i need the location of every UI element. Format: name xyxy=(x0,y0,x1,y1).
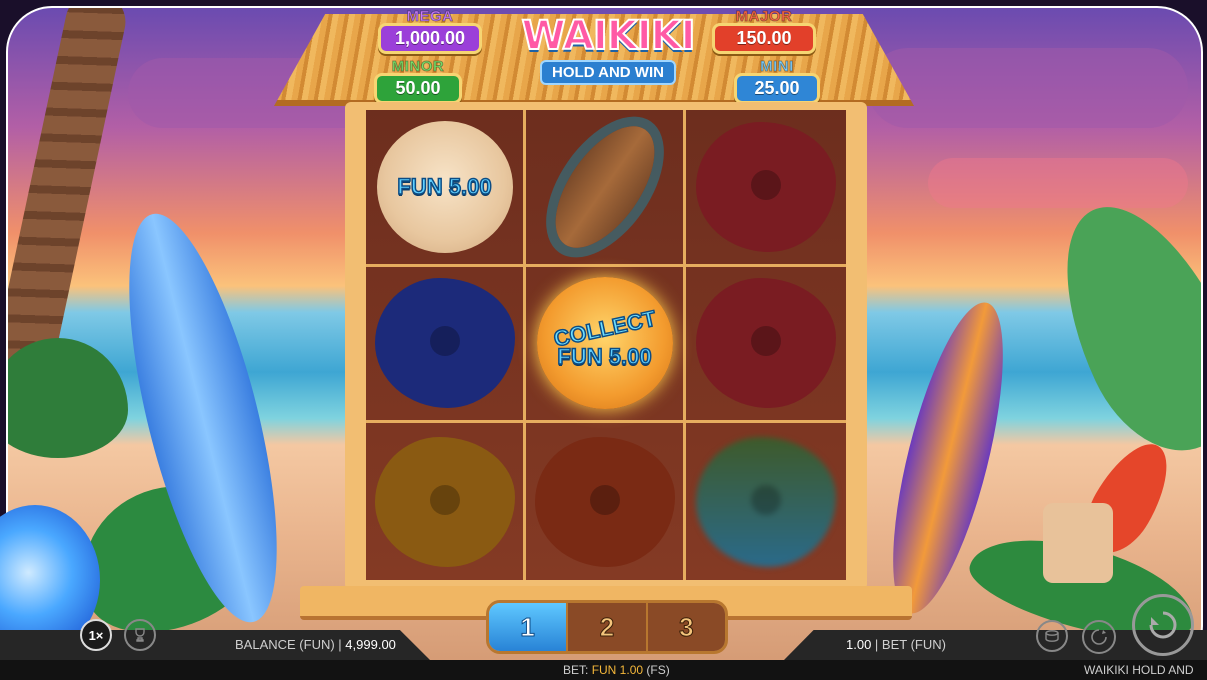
balance-label: BALANCE (FUN) xyxy=(235,637,335,652)
cloud xyxy=(928,158,1188,208)
jackpot-mega: MEGA 1,000.00 xyxy=(378,8,482,54)
spinning-symbol xyxy=(696,436,836,567)
trophy-icon[interactable] xyxy=(124,619,156,651)
bottom-bet-value: FUN 1.00 xyxy=(591,663,644,677)
reel-tab-label: 2 xyxy=(599,611,615,642)
autoplay-icon[interactable] xyxy=(1082,620,1116,654)
bet-label: BET (FUN) xyxy=(881,637,946,652)
logo-title: WAIKIKI xyxy=(521,13,697,59)
reel-tab-label: 1 xyxy=(520,611,536,642)
jackpot-major-value: 150.00 xyxy=(712,23,816,54)
speed-button[interactable]: 1× xyxy=(80,619,112,651)
bottom-bet-label: BET: xyxy=(563,663,589,677)
sand-dollar-coin-symbol: FUN 5.00 xyxy=(376,120,513,253)
bet-value: 1.00 xyxy=(846,637,872,652)
game-logo: WAIKIKI HOLD AND WIN xyxy=(510,13,706,102)
jackpot-major: MAJOR 150.00 xyxy=(712,8,816,54)
reel-tab-label: 3 xyxy=(679,611,695,642)
game-name-label: WAIKIKI HOLD AND xyxy=(1084,663,1194,677)
bet-display: 1.00 | BET (FUN) xyxy=(846,637,946,652)
reel-grid: FUN 5.00 COLLECT FUN 5.00 xyxy=(366,109,846,580)
leaf-decoration xyxy=(8,338,128,458)
reel-cell: FUN 5.00 xyxy=(366,110,526,267)
balance-display: BALANCE (FUN) | 4,999.00 xyxy=(235,637,396,652)
bottom-bet-mode: (FS) xyxy=(646,663,670,677)
hibiscus-symbol xyxy=(696,121,836,252)
game-screen: { "jackpots": { "mega": {"label": "MEGA"… xyxy=(0,0,1207,680)
reel-cell xyxy=(686,267,846,424)
hibiscus-symbol xyxy=(696,278,836,409)
reel-cell xyxy=(366,423,526,580)
reel-cell xyxy=(526,423,686,580)
coins-icon[interactable] xyxy=(1036,620,1068,652)
reel-set-tabs: 1 2 3 xyxy=(486,600,728,654)
reel-tab-1[interactable]: 1 xyxy=(489,603,569,651)
leaf-decoration xyxy=(1029,180,1201,476)
bottom-bet-info: BET: FUN 1.00 (FS) xyxy=(563,663,670,677)
jackpot-minor: MINOR 50.00 xyxy=(374,58,462,104)
jackpot-mini-value: 25.00 xyxy=(734,73,820,104)
jackpot-mega-value: 1,000.00 xyxy=(378,23,482,54)
jackpot-mini: MINI 25.00 xyxy=(734,58,820,104)
reel-cell xyxy=(686,110,846,267)
sandcastle xyxy=(1043,503,1113,583)
spin-button[interactable] xyxy=(1132,594,1194,656)
reel-cell xyxy=(526,109,686,267)
reel-tab-2[interactable]: 2 xyxy=(568,603,648,651)
jackpot-minor-value: 50.00 xyxy=(374,73,462,104)
speed-label: 1× xyxy=(88,627,104,643)
logo-subtitle: HOLD AND WIN xyxy=(540,60,676,85)
reel-cell xyxy=(366,266,526,424)
hibiscus-symbol xyxy=(374,436,515,567)
surfboard-wave-symbol xyxy=(535,109,674,265)
reel-cell: COLLECT FUN 5.00 xyxy=(526,266,686,424)
coin-value-text: FUN 5.00 xyxy=(397,173,493,200)
hibiscus-symbol xyxy=(534,436,675,567)
reel-tab-3[interactable]: 3 xyxy=(647,603,725,651)
balance-value: 4,999.00 xyxy=(345,637,396,652)
reel-cell xyxy=(686,423,846,580)
hibiscus-symbol xyxy=(374,278,515,409)
collect-coin-symbol: COLLECT FUN 5.00 xyxy=(536,277,673,410)
cloud xyxy=(868,48,1188,128)
